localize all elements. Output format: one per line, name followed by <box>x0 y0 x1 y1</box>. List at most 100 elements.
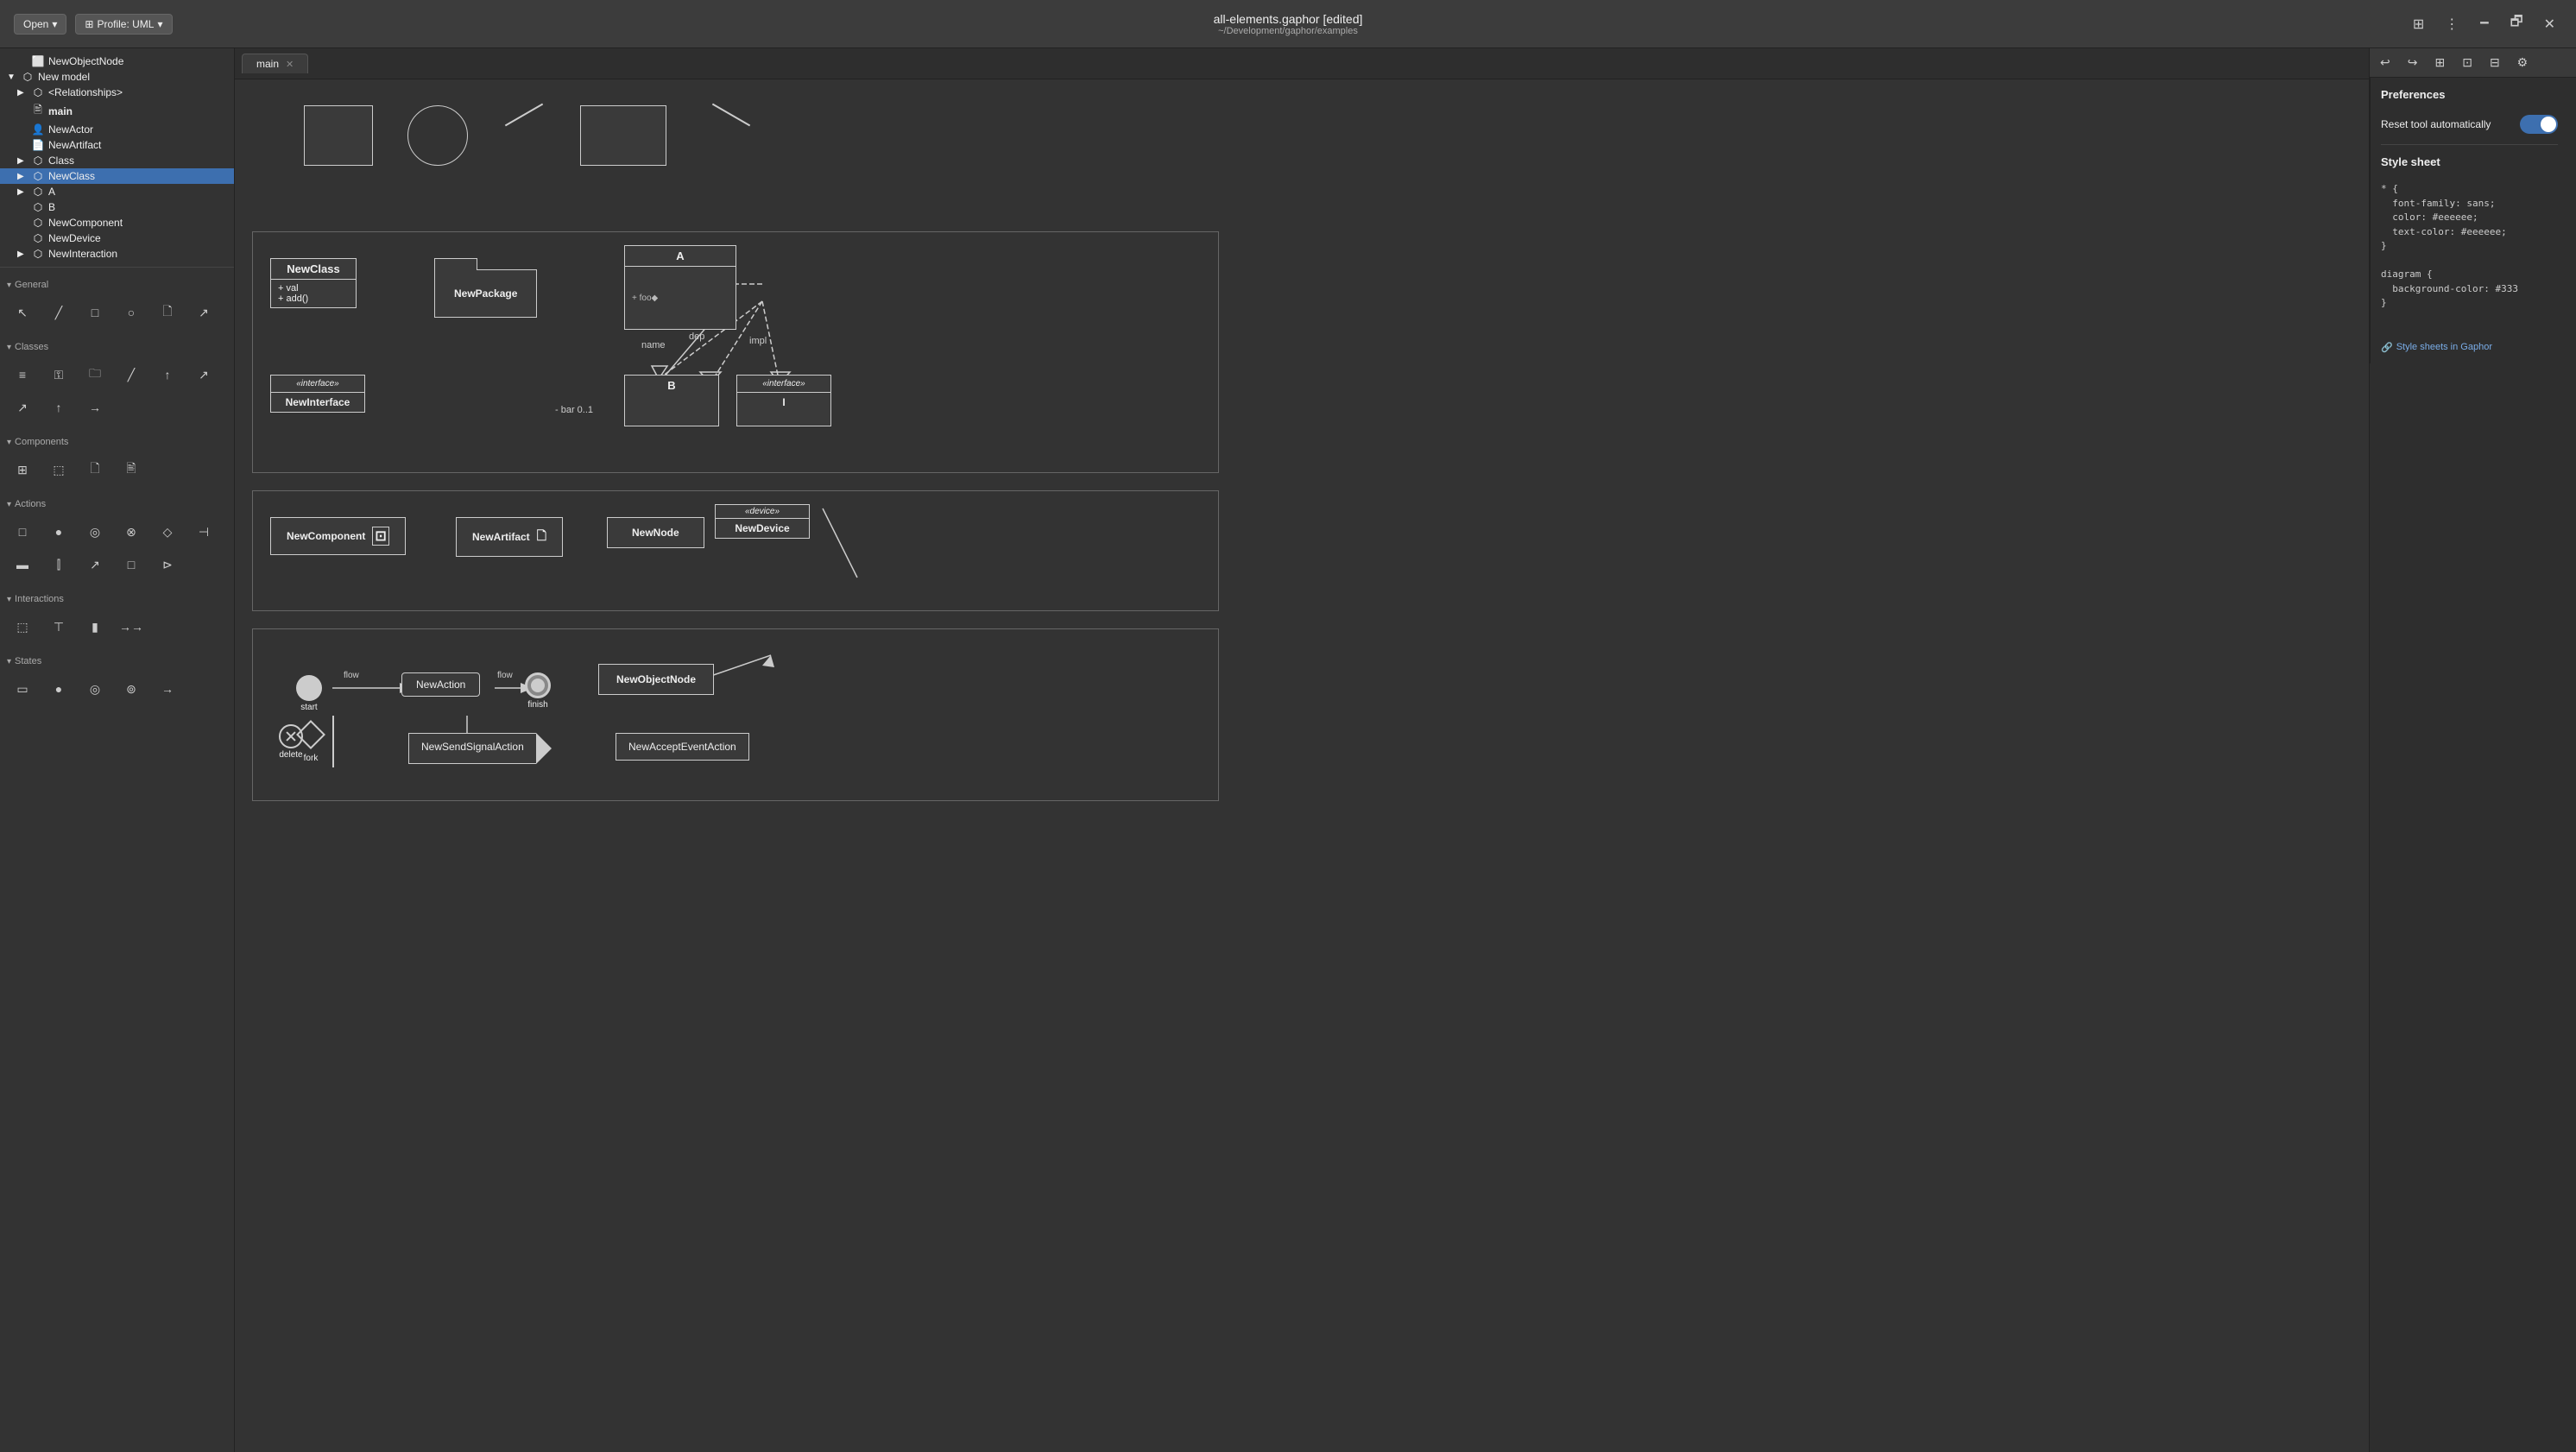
sidebar-item-relationships[interactable]: ▶ ⬡ <Relationships> <box>0 85 234 100</box>
settings-button[interactable]: ⚙ <box>2510 52 2535 73</box>
artifact-tool[interactable]: 🗋 <box>79 454 110 485</box>
class-tool[interactable]: ≡ <box>7 359 38 390</box>
uml-class-new-class[interactable]: NewClass + val + add() <box>270 258 357 308</box>
generalize-tool[interactable]: ↗ <box>188 359 219 390</box>
accept-event-area[interactable]: NewAcceptEventAction <box>616 733 749 761</box>
uml-class-a[interactable]: A + foo◆ <box>624 245 736 330</box>
sidebar-item-new-artifact[interactable]: 📄 NewArtifact <box>0 137 234 153</box>
connect-tool[interactable]: ↗ <box>188 297 219 328</box>
realization-tool[interactable]: ↑ <box>152 359 183 390</box>
style-sheets-link[interactable]: 🔗 Style sheets in Gaphor <box>2381 335 2558 353</box>
comp-tool[interactable]: ⊞ <box>7 454 38 485</box>
obj-node-tool[interactable]: □ <box>116 549 147 580</box>
uml-package[interactable]: NewPackage <box>434 258 537 318</box>
device-tool[interactable]: 🖹 <box>116 454 147 485</box>
redo-button[interactable]: ↪ <box>2401 52 2425 73</box>
tab-main[interactable]: main ✕ <box>242 54 308 73</box>
line-tool[interactable]: ╱ <box>43 297 74 328</box>
maximize-button[interactable]: 🗗 <box>2503 9 2530 39</box>
action-new-action[interactable]: NewAction <box>401 672 480 697</box>
extend-tool[interactable]: ↑ <box>43 392 74 423</box>
sidebar-item-b[interactable]: ⬡ B <box>0 199 234 215</box>
canvas[interactable]: NewClass + val + add() NewPackage <box>235 79 2369 1452</box>
frame-tool[interactable]: ⬚ <box>7 611 38 642</box>
object-node-box[interactable]: NewObjectNode <box>598 664 714 695</box>
sidebar-item-a[interactable]: ▶ ⬡ A <box>0 184 234 199</box>
zoom-fit-button[interactable]: ⊞ <box>2428 52 2452 73</box>
uml-interface-i[interactable]: «interface» I <box>736 375 831 426</box>
action-tool[interactable]: □ <box>7 516 38 547</box>
sidebar-item-class[interactable]: ▶ ⬡ Class <box>0 153 234 168</box>
sidebar-item-new-actor[interactable]: 👤 NewActor <box>0 122 234 137</box>
reset-tool-row: Reset tool automatically <box>2381 115 2558 134</box>
pointer-tool[interactable]: ↖ <box>7 297 38 328</box>
package-tool[interactable]: 🗀 <box>79 359 110 390</box>
zoom-out-button[interactable]: ⊟ <box>2483 52 2507 73</box>
page-tool[interactable]: 🗋 <box>152 297 183 328</box>
zoom-in-button[interactable]: ⊡ <box>2455 52 2479 73</box>
activity-final-tool[interactable]: ⊗ <box>116 516 147 547</box>
actions-header[interactable]: Actions <box>0 496 234 513</box>
classes-header[interactable]: Classes <box>0 338 234 356</box>
dependency-tool[interactable]: ↗ <box>7 392 38 423</box>
layout-button[interactable]: ⊞ <box>2406 12 2431 36</box>
item-icon: ⬡ <box>31 232 45 244</box>
reset-tool-toggle[interactable] <box>2520 115 2558 134</box>
style-code-block[interactable]: * { font-family: sans; color: #eeeeee; t… <box>2381 182 2558 311</box>
send-signal-area[interactable]: NewSendSignalAction <box>408 733 552 764</box>
include-tool[interactable]: → <box>79 392 110 423</box>
sidebar-item-new-model[interactable]: ▼ ⬡ New model <box>0 69 234 85</box>
minimize-button[interactable]: 🗕 <box>2472 9 2496 39</box>
uml-component-box[interactable]: NewComponent ⊡ <box>270 517 406 555</box>
states-header[interactable]: States <box>0 653 234 670</box>
msg-tool[interactable]: →→ <box>116 611 147 642</box>
interactions-header[interactable]: Interactions <box>0 590 234 608</box>
uml-device-box[interactable]: «device» NewDevice <box>715 504 810 539</box>
assoc-tool[interactable]: ╱ <box>116 359 147 390</box>
lifeline-tool[interactable]: ⊤ <box>43 611 74 642</box>
components-header[interactable]: Components <box>0 433 234 451</box>
sidebar-item-new-interaction[interactable]: ▶ ⬡ NewInteraction <box>0 246 234 262</box>
sidebar-item-new-component[interactable]: ⬡ NewComponent <box>0 215 234 230</box>
fork-tool[interactable]: ▬ <box>7 549 38 580</box>
tab-close-icon[interactable]: ✕ <box>286 59 294 70</box>
item-icon: ⬡ <box>31 155 45 167</box>
uml-interface-new[interactable]: «interface» NewInterface <box>270 375 365 413</box>
item-icon: ⬡ <box>31 86 45 98</box>
state-final-tool[interactable]: ◎ <box>79 673 110 704</box>
attribute-tool[interactable]: ⚿ <box>43 359 74 390</box>
general-header[interactable]: General <box>0 276 234 294</box>
uml-node-box[interactable]: NewNode <box>607 517 704 548</box>
sidebar-item-new-device[interactable]: ⬡ NewDevice <box>0 230 234 246</box>
swimlane-tool[interactable]: ⊣ <box>188 516 219 547</box>
transition-tool[interactable]: → <box>152 673 183 704</box>
flow-final-tool[interactable]: ◎ <box>79 516 110 547</box>
partial-line <box>505 104 543 127</box>
tool-section-states: States ▭ ● ◎ ⊚ → <box>0 649 234 711</box>
class-body: + val + add() <box>271 280 356 307</box>
sidebar-item-new-object-node[interactable]: ⬜ NewObjectNode <box>0 54 234 69</box>
assoc-bar-label: - bar 0..1 <box>555 405 593 415</box>
sidebar-item-main[interactable]: 🖹 main <box>0 100 234 122</box>
exec-spec-tool[interactable]: ▮ <box>79 611 110 642</box>
item-label: NewComponent <box>48 217 123 229</box>
join-tool[interactable]: ⫿ <box>43 549 74 580</box>
close-button[interactable]: ✕ <box>2537 12 2562 36</box>
open-button[interactable]: Open ▾ <box>14 14 66 35</box>
history-tool[interactable]: ⊚ <box>116 673 147 704</box>
rect-tool[interactable]: □ <box>79 297 110 328</box>
undo-button[interactable]: ↩ <box>2373 52 2397 73</box>
ellipse-tool[interactable]: ○ <box>116 297 147 328</box>
profile-button[interactable]: ⊞ Profile: UML ▾ <box>75 14 172 35</box>
uml-class-b[interactable]: B <box>624 375 719 426</box>
uml-artifact-box[interactable]: NewArtifact 🗋 <box>456 517 563 557</box>
decision-tool[interactable]: ◇ <box>152 516 183 547</box>
initial-node-tool[interactable]: ● <box>43 516 74 547</box>
menu-button[interactable]: ⋮ <box>2438 12 2466 36</box>
signal-send-tool[interactable]: ⊳ <box>152 549 183 580</box>
state-tool[interactable]: ▭ <box>7 673 38 704</box>
flow-tool[interactable]: ↗ <box>79 549 110 580</box>
state-initial-tool[interactable]: ● <box>43 673 74 704</box>
node-tool[interactable]: ⬚ <box>43 454 74 485</box>
sidebar-item-new-class[interactable]: ▶ ⬡ NewClass <box>0 168 234 184</box>
